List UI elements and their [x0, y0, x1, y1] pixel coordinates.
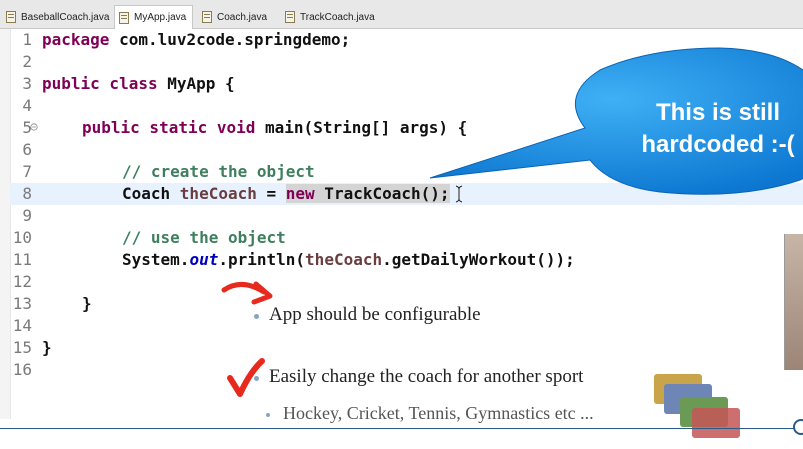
bullet-dot — [266, 413, 270, 417]
code-line-1: package com.luv2code.springdemo; — [42, 29, 350, 51]
tab-trackcoach[interactable]: TrackCoach.java — [281, 6, 381, 28]
line-number: 6 — [22, 140, 32, 159]
variable: theCoach — [179, 184, 257, 203]
keyword: new — [285, 184, 315, 203]
keyword: public static void — [82, 118, 256, 137]
code-text: main(String[] args) { — [255, 118, 468, 137]
code-line-7: // create the object — [122, 161, 315, 183]
line-number: 16 — [12, 360, 32, 379]
code-text: Coach — [122, 184, 180, 203]
code-text: TrackCoach(); — [314, 184, 450, 203]
code-line-13: } — [82, 293, 92, 315]
static-field: out — [189, 250, 219, 269]
code-line-15: } — [42, 337, 52, 359]
line-number: 13 — [12, 294, 32, 313]
tab-myapp[interactable]: MyApp.java — [114, 5, 194, 29]
bullet-dot — [254, 376, 259, 381]
line-number: 8 — [22, 184, 32, 203]
code-text: .getDailyWorkout()); — [382, 250, 575, 269]
code-text: = — [256, 184, 286, 203]
code-line-11: System.out.println(theCoach.getDailyWork… — [122, 249, 575, 271]
presenter-photo — [784, 234, 803, 370]
code-text: } — [42, 338, 52, 357]
line-number: 9 — [22, 206, 32, 225]
code-text: com.luv2code.springdemo; — [109, 30, 351, 49]
stacked-cards-icon — [654, 374, 740, 438]
tab-label: TrackCoach.java — [300, 11, 375, 23]
java-file-icon — [202, 11, 212, 23]
bullet-sports: Hockey, Cricket, Tennis, Gymnastics etc … — [283, 403, 594, 423]
tab-label: MyApp.java — [134, 12, 187, 23]
bullet-configurable: App should be configurable — [269, 304, 481, 325]
line-number: 11 — [12, 250, 32, 269]
code-text: System. — [122, 250, 190, 269]
red-checkmark-icon — [227, 358, 265, 397]
line-number: 10 — [12, 228, 32, 247]
java-file-icon — [6, 11, 16, 23]
line-number: 15 — [12, 338, 32, 357]
code-line-10: // use the object — [122, 227, 286, 249]
tab-label: Coach.java — [217, 11, 268, 23]
keyword: package — [42, 30, 110, 49]
code-text: } — [82, 294, 92, 313]
line-number: 14 — [12, 316, 32, 335]
line-number: 4 — [22, 96, 32, 115]
callout-text: This is still hardcoded :-( — [608, 97, 803, 161]
bullet-dot — [254, 314, 259, 319]
code-line-8: Coach theCoach = new TrackCoach(); — [122, 183, 450, 205]
line-number: 1 — [22, 30, 32, 49]
java-file-icon — [119, 11, 129, 24]
code-text: MyApp { — [157, 74, 235, 93]
line-number: 2 — [22, 52, 32, 71]
progress-track[interactable] — [0, 428, 798, 429]
callout-line-2: hardcoded :-( — [641, 131, 795, 158]
editor-tab-bar: BaseballCoach.java MyApp.java Coach.java… — [0, 0, 803, 29]
tab-label: BaseballCoach.java — [21, 11, 110, 23]
java-file-icon — [285, 11, 295, 23]
code-text: .println( — [218, 250, 306, 269]
comment: // create the object — [122, 162, 315, 181]
bullet-change-coach: Easily change the coach for another spor… — [269, 366, 584, 387]
editor-ruler — [0, 29, 11, 419]
collapse-icon[interactable] — [30, 123, 38, 131]
line-number: 3 — [22, 74, 32, 93]
variable: theCoach — [305, 250, 383, 269]
tab-baseballcoach[interactable]: BaseballCoach.java — [2, 6, 115, 28]
comment: // use the object — [122, 228, 286, 247]
line-number: 12 — [12, 272, 32, 291]
red-curved-arrow-icon — [221, 281, 273, 305]
keyword: public class — [42, 74, 158, 93]
code-line-5: public static void main(String[] args) { — [82, 117, 467, 139]
text-cursor-icon — [455, 185, 463, 203]
line-number: 7 — [22, 162, 32, 181]
code-line-3: public class MyApp { — [42, 73, 235, 95]
progress-knob[interactable] — [793, 419, 803, 435]
callout-line-1: This is still — [655, 99, 781, 126]
tab-coach[interactable]: Coach.java — [198, 6, 273, 28]
